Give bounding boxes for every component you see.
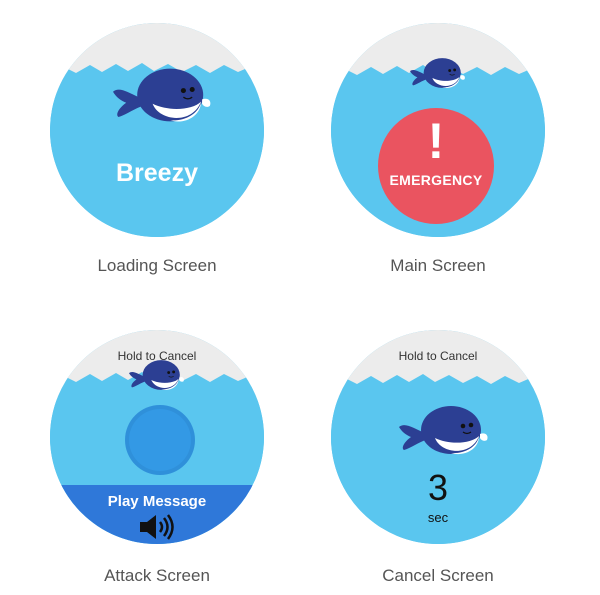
countdown-unit: sec: [427, 510, 449, 525]
caption-cancel: Cancel Screen: [382, 566, 494, 585]
caption-attack: Attack Screen: [104, 566, 210, 585]
caption-loading: Loading Screen: [97, 256, 217, 275]
attack-screen: Hold to Cancel Play Message: [50, 330, 264, 544]
cancel-screen: Hold to Cancel 3 sec: [331, 330, 545, 544]
loading-screen: Breezy: [50, 23, 264, 237]
play-message-button[interactable]: Play Message: [50, 485, 264, 544]
main-screen: ! EMERGENCY: [331, 23, 545, 237]
hold-to-cancel[interactable]: Hold to Cancel: [331, 349, 545, 363]
countdown-value: 3: [427, 467, 449, 508]
emergency-button[interactable]: ! EMERGENCY: [378, 108, 494, 224]
attack-indicator-button[interactable]: [129, 409, 191, 471]
speaker-icon: [140, 514, 174, 540]
caption-main: Main Screen: [390, 256, 486, 275]
wave-background: [50, 23, 264, 237]
hold-to-cancel[interactable]: Hold to Cancel: [50, 349, 264, 363]
exclamation-icon: !: [427, 113, 445, 169]
app-name: Breezy: [116, 159, 198, 187]
play-message-label: Play Message: [107, 493, 207, 510]
emergency-label: EMERGENCY: [389, 172, 483, 188]
